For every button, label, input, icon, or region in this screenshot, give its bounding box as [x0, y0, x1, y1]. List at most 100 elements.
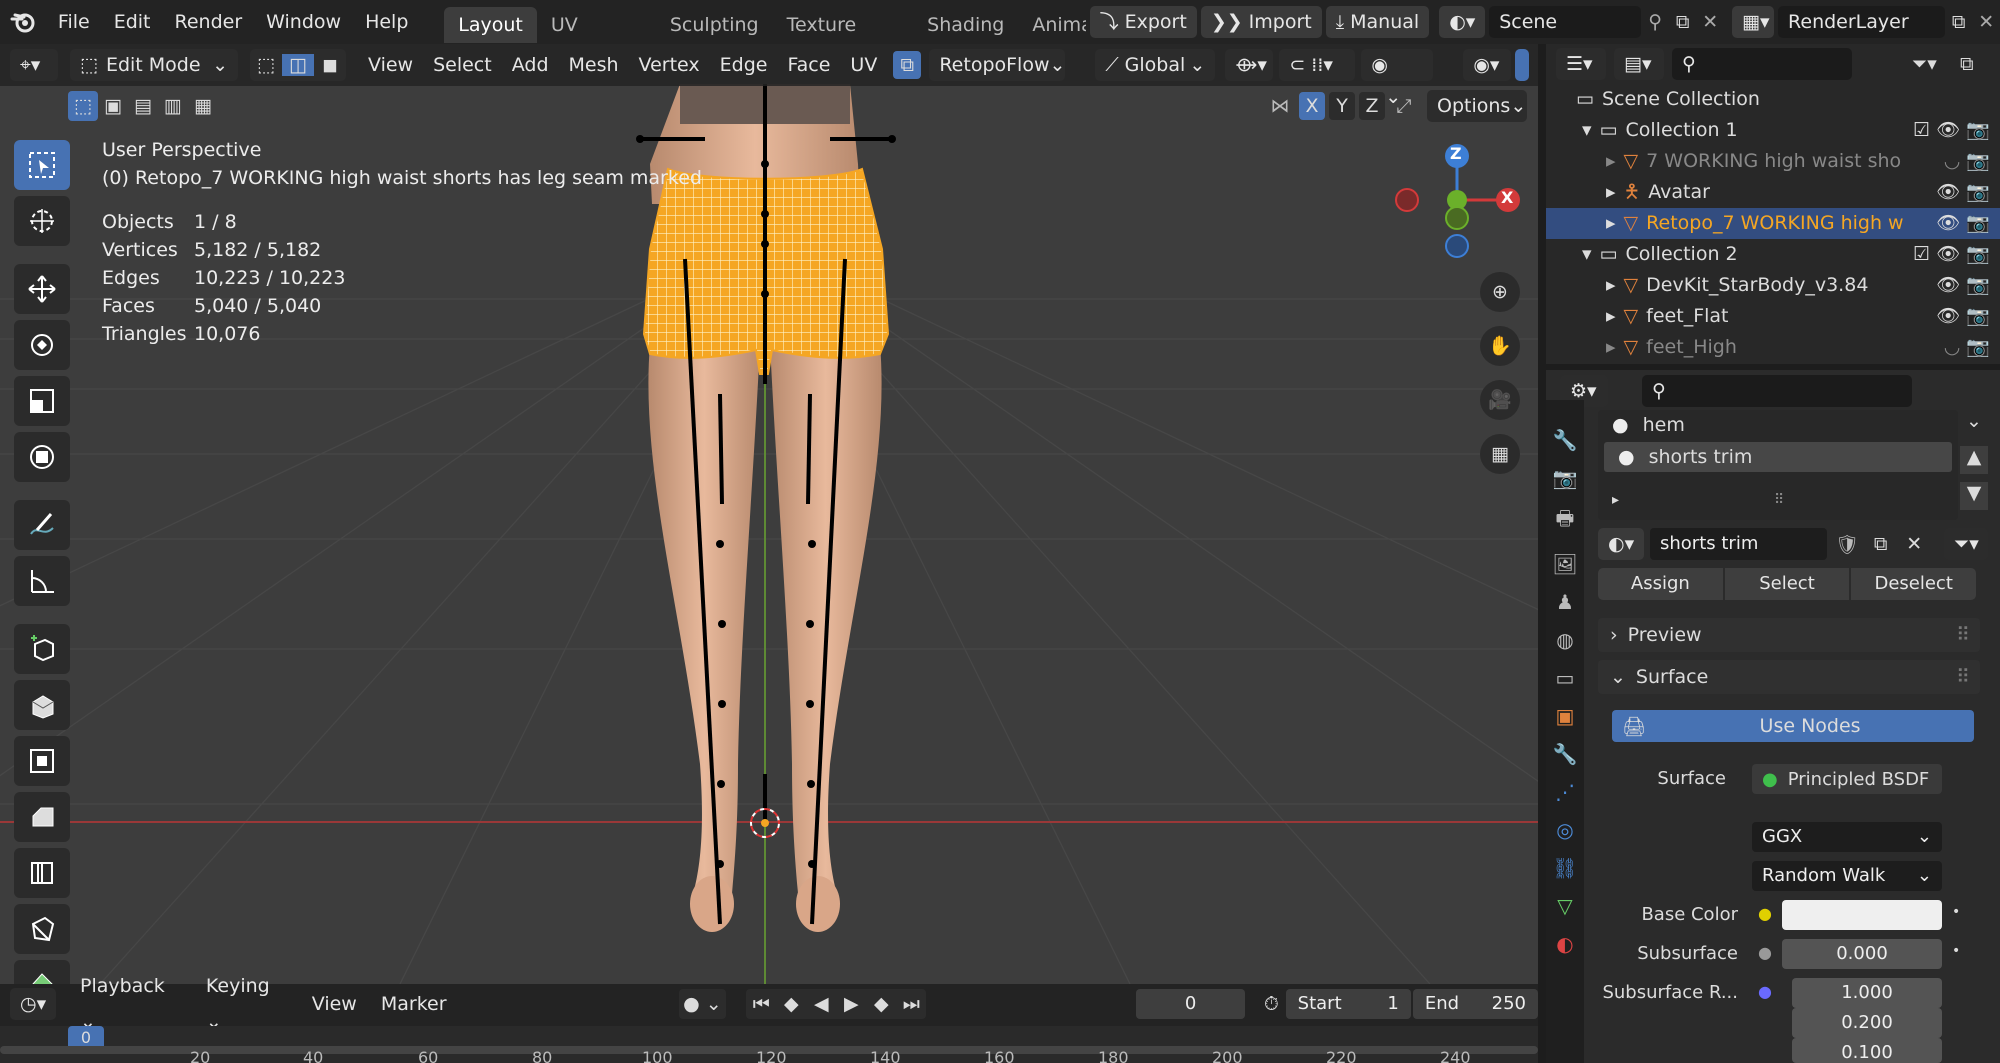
- outliner-item-feet-high[interactable]: ▸ ▽ feet_High ◡ 📷: [1546, 332, 2000, 363]
- menu-file[interactable]: File: [46, 0, 102, 44]
- base-color-keyframe-icon[interactable]: •: [1952, 904, 1960, 920]
- hand-pan-icon[interactable]: ✋: [1480, 326, 1520, 366]
- outliner-collection-2[interactable]: ▾ ▭ Collection 2 ☑ 👁 📷: [1546, 239, 2000, 270]
- menu-edge[interactable]: Edge: [710, 45, 778, 85]
- duplicate-material-icon[interactable]: ⧉: [1867, 533, 1895, 555]
- mode-dropdown[interactable]: ⬚ Edit Mode ⌄: [70, 49, 238, 81]
- auto-merge-icon[interactable]: ⤢: [1389, 95, 1419, 117]
- devkit-visibility[interactable]: 👁 📷: [1936, 270, 1990, 301]
- record-icon[interactable]: ● ⌄: [678, 989, 727, 1019]
- annotate-tool-icon[interactable]: [14, 500, 70, 550]
- mirror-x-button[interactable]: X: [1299, 92, 1325, 120]
- link-type-icon[interactable]: ⏷▾: [1944, 528, 1989, 560]
- material-slot-shorts-trim[interactable]: ● shorts trim: [1604, 442, 1952, 472]
- tool-tab-icon[interactable]: 🔧: [1553, 428, 1578, 452]
- render-layer-icon[interactable]: ▦▾: [1732, 6, 1775, 38]
- start-frame-field[interactable]: Start 1: [1285, 989, 1411, 1019]
- move-tool-icon[interactable]: [14, 264, 70, 314]
- surface-section[interactable]: ⌄ Surface ⠿: [1598, 660, 1980, 694]
- expand-icon[interactable]: ▾: [1582, 119, 1592, 141]
- world-tab-icon[interactable]: ◍: [1556, 628, 1573, 652]
- outliner-item-shorts[interactable]: ▸ ▽ 7 WORKING high waist sho ◡ 📷: [1546, 146, 2000, 177]
- subsurface-radius-z[interactable]: 0.100: [1792, 1038, 1942, 1063]
- menu-select[interactable]: Select: [423, 45, 502, 85]
- tab-uv-editing[interactable]: UV Editing: [537, 7, 656, 72]
- outliner-scene-collection[interactable]: ▭ Scene Collection: [1546, 84, 2000, 115]
- menu-mesh[interactable]: Mesh: [559, 45, 629, 85]
- subsurface-method-dropdown[interactable]: Random Walk ⌄: [1752, 861, 1942, 891]
- collection-2-controls[interactable]: ☑ 👁 📷: [1913, 239, 1990, 270]
- preview-section[interactable]: › Preview ⠿: [1598, 618, 1980, 652]
- menu-add[interactable]: Add: [502, 45, 559, 85]
- pivot-icon[interactable]: ⟴▾: [1225, 49, 1274, 81]
- view-layer-tab-icon[interactable]: 🖼: [1552, 552, 1577, 576]
- tab-animation[interactable]: Anima: [1018, 7, 1085, 43]
- properties-search-input[interactable]: ⚲: [1642, 375, 1912, 407]
- grid-view-icon[interactable]: ▦: [1480, 434, 1520, 474]
- object-tab-icon[interactable]: ▣: [1556, 704, 1575, 728]
- new-selection-icon[interactable]: ⬚: [68, 91, 98, 121]
- add-cube-tool-icon[interactable]: [14, 624, 70, 674]
- poly-build-tool-icon[interactable]: [14, 960, 70, 984]
- bevel-tool-icon[interactable]: [14, 792, 70, 842]
- assign-button[interactable]: Assign: [1598, 568, 1723, 600]
- mirror-icon[interactable]: ⋈: [1265, 95, 1295, 117]
- scene-name-field[interactable]: Scene: [1489, 6, 1642, 38]
- tab-texture-paint[interactable]: Texture Paint: [773, 7, 914, 72]
- orientation-dropdown[interactable]: ⟋ Global ⌄: [1095, 49, 1216, 81]
- options-dropdown[interactable]: Options ⌄: [1427, 90, 1527, 122]
- new-scene-icon[interactable]: ⧉: [1669, 11, 1697, 33]
- slot-up-icon[interactable]: ▲: [1960, 446, 1988, 474]
- filter-icon[interactable]: ⏷▾: [1912, 53, 1952, 75]
- retopo-visibility[interactable]: 👁 📷: [1936, 208, 1990, 239]
- extend-selection-icon[interactable]: ▣: [98, 91, 128, 121]
- editor-type-icon[interactable]: ⌖▾: [10, 49, 58, 81]
- inset-tool-icon[interactable]: [14, 736, 70, 786]
- collection-1-controls[interactable]: ☑ 👁 📷: [1913, 115, 1990, 146]
- current-frame-field[interactable]: 0: [1136, 989, 1246, 1019]
- render-layer-field[interactable]: RenderLayer: [1778, 6, 1945, 38]
- menu-uv[interactable]: UV: [840, 45, 887, 85]
- unlink-material-icon[interactable]: ✕: [1900, 533, 1928, 555]
- outliner-item-devkit[interactable]: ▸ ▽ DevKit_StarBody_v3.84 👁 📷: [1546, 270, 2000, 301]
- particles-tab-icon[interactable]: ⋰: [1555, 780, 1575, 804]
- scale-tool-icon[interactable]: [14, 376, 70, 426]
- zoom-icon[interactable]: ⊕: [1480, 272, 1520, 312]
- slot-menu-icon[interactable]: ⌄: [1960, 410, 1988, 438]
- feet-flat-visibility[interactable]: 👁 📷: [1936, 301, 1990, 332]
- outliner-collection-1[interactable]: ▾ ▭ Collection 1 ☑ 👁 📷: [1546, 115, 2000, 146]
- subsurface-radius-socket-icon[interactable]: ●: [1758, 982, 1772, 1001]
- outliner-editor-type-icon[interactable]: ☰▾: [1556, 48, 1606, 80]
- play-reverse-icon[interactable]: ◀: [806, 993, 836, 1015]
- physics-tab-icon[interactable]: ◎: [1556, 818, 1573, 842]
- tab-sculpting[interactable]: Sculpting: [656, 7, 773, 43]
- deselect-button[interactable]: Deselect: [1851, 568, 1977, 600]
- collection-tab-icon[interactable]: ▭: [1556, 666, 1575, 690]
- rotate-tool-icon[interactable]: [14, 320, 70, 370]
- feet-high-visibility[interactable]: ◡ 📷: [1944, 332, 1990, 363]
- base-color-swatch[interactable]: [1782, 900, 1942, 930]
- subsurface-field[interactable]: 0.000: [1782, 939, 1942, 969]
- import-button[interactable]: ❯❯ Import: [1200, 6, 1322, 38]
- menu-vertex[interactable]: Vertex: [629, 45, 710, 85]
- prev-keyframe-icon[interactable]: ◆: [776, 993, 806, 1015]
- cursor-tool-icon[interactable]: [14, 196, 70, 246]
- shorts-visibility[interactable]: ◡ 📷: [1944, 146, 1990, 177]
- next-keyframe-icon[interactable]: ◆: [866, 993, 896, 1015]
- measure-tool-icon[interactable]: [14, 556, 70, 606]
- select-button[interactable]: Select: [1724, 568, 1850, 600]
- modifier-tab-icon[interactable]: 🔧: [1553, 742, 1578, 766]
- timeline-view-menu[interactable]: View: [300, 986, 369, 1022]
- fake-user-icon[interactable]: 🛡: [1833, 533, 1861, 556]
- outliner-item-feet-flat[interactable]: ▸ ▽ feet_Flat 👁 📷: [1546, 301, 2000, 332]
- menu-window[interactable]: Window: [254, 0, 353, 44]
- subsurface-keyframe-icon[interactable]: •: [1952, 943, 1960, 959]
- intersect-selection-icon[interactable]: ▦: [188, 91, 218, 121]
- outliner-item-retopo[interactable]: ▸ ▽ Retopo_7 WORKING high w 👁 📷: [1546, 208, 2000, 239]
- camera-view-icon[interactable]: 🎥: [1480, 380, 1520, 420]
- face-select-icon[interactable]: ◼: [314, 54, 346, 76]
- slot-down-icon[interactable]: ▼: [1960, 482, 1988, 510]
- timeline-editor-type-icon[interactable]: ◷▾: [10, 988, 56, 1020]
- scene-tab-icon[interactable]: ♟: [1556, 590, 1574, 614]
- outliner-item-avatar[interactable]: ▸ 🯅 Avatar 👁 📷: [1546, 177, 2000, 208]
